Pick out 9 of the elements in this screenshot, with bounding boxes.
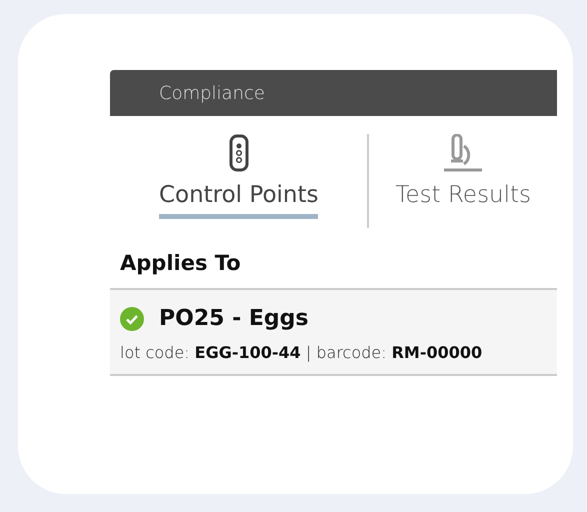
tab[interactable]: Control Points [110, 134, 368, 219]
tab[interactable]: Test Results [369, 134, 557, 219]
item-name: PO25 - Eggs [159, 306, 309, 331]
section-heading: Applies To [119, 250, 242, 277]
item-details: lot code: EGG-100-44 | barcode: RM-00000 [120, 343, 484, 362]
microscope-icon [443, 134, 484, 172]
list-item[interactable]: PO25 - Eggs lot code: EGG-100-44 | barcode: RM-00000 [110, 288, 557, 376]
traffic-light-icon [228, 134, 249, 172]
section-header: Compliance [110, 70, 557, 116]
